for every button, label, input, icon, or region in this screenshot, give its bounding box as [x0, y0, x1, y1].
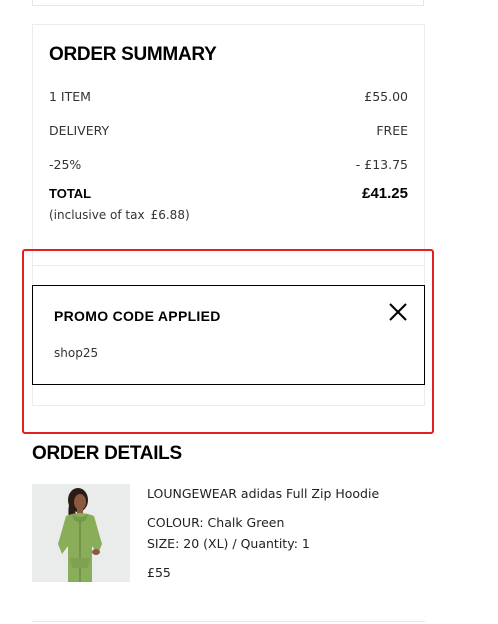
- product-name-link[interactable]: LOUNGEWEAR adidas Full Zip Hoodie: [147, 486, 379, 501]
- discount-value: - £13.75: [355, 157, 408, 172]
- promo-code-applied-box: PROMO CODE APPLIED shop25: [32, 285, 425, 385]
- close-icon: [389, 303, 407, 321]
- product-price: £55: [147, 565, 171, 580]
- order-summary-title: ORDER SUMMARY: [49, 44, 217, 65]
- items-value: £55.00: [364, 89, 408, 104]
- discount-row: -25% - £13.75: [49, 157, 408, 172]
- tax-value: £6.88): [150, 208, 190, 222]
- hoodie-product-image[interactable]: [32, 484, 130, 582]
- total-label: TOTAL: [49, 186, 92, 201]
- promo-code-value: shop25: [54, 346, 99, 360]
- order-page: ORDER SUMMARY 1 ITEM £55.00 DELIVERY FRE…: [0, 0, 498, 624]
- discount-label: -25%: [49, 157, 82, 172]
- tax-prefix: (inclusive of tax: [49, 208, 145, 222]
- delivery-value: FREE: [376, 123, 408, 138]
- product-photo-icon: [32, 484, 130, 582]
- total-value: £41.25: [362, 185, 408, 202]
- bottom-divider: [32, 621, 425, 622]
- items-label: 1 ITEM: [49, 89, 91, 104]
- promo-title: PROMO CODE APPLIED: [54, 308, 221, 324]
- product-colour: COLOUR: Chalk Green: [147, 515, 285, 530]
- total-row: TOTAL £41.25: [49, 185, 408, 202]
- delivery-label: DELIVERY: [49, 123, 110, 138]
- delivery-row: DELIVERY FREE: [49, 123, 408, 138]
- previous-card-edge: [32, 0, 424, 6]
- order-details-title: ORDER DETAILS: [32, 443, 182, 464]
- product-size-quantity: SIZE: 20 (XL) / Quantity: 1: [147, 536, 310, 551]
- order-summary-card: ORDER SUMMARY 1 ITEM £55.00 DELIVERY FRE…: [32, 24, 425, 266]
- tax-note: (inclusive of tax £6.88): [49, 208, 196, 222]
- remove-promo-button[interactable]: [388, 302, 408, 322]
- items-row: 1 ITEM £55.00: [49, 89, 408, 104]
